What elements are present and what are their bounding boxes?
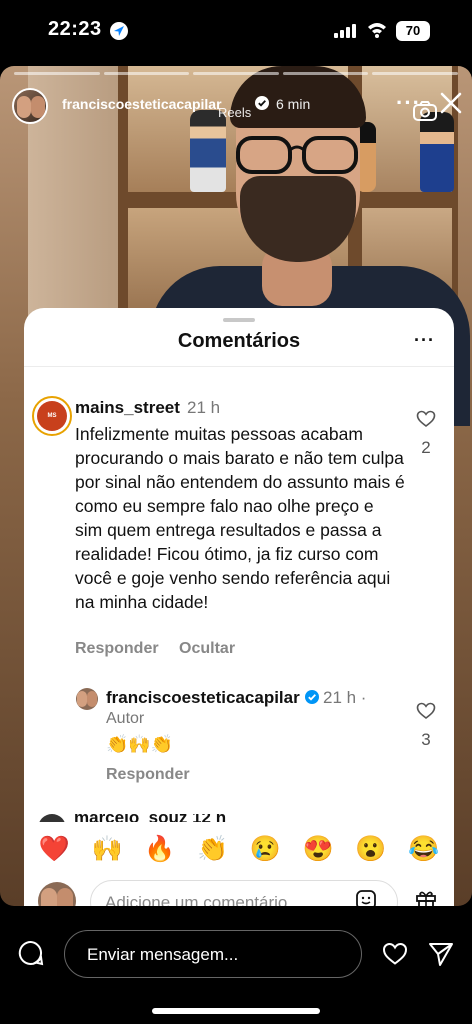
author-badge: Autor (106, 710, 145, 727)
comments-sheet: Comentários ··· MS mains_street 21 h Inf… (24, 308, 454, 906)
emoji-heart-eyes[interactable]: 😍 (298, 835, 338, 864)
emoji-reaction-bar: ❤️ 🙌 🔥 👏 😢 😍 😮 😂 (24, 822, 454, 876)
like-count: 3 (421, 730, 431, 749)
story-progress-bar (14, 72, 458, 75)
status-bar: 22:23 70 (0, 0, 472, 62)
hide-button[interactable]: Ocultar (179, 640, 235, 657)
avatar-logo: MS (37, 401, 67, 431)
story-time: 6 min (276, 96, 311, 112)
close-icon[interactable] (438, 90, 464, 116)
reply-time: 21 h · (323, 688, 367, 707)
comment-avatar[interactable]: MS (32, 396, 72, 436)
action-figure (420, 112, 454, 192)
reply-button[interactable]: Responder (75, 640, 159, 657)
reply-button[interactable]: Responder (106, 766, 190, 784)
emoji-fire[interactable]: 🔥 (140, 835, 180, 864)
sticker-icon[interactable] (354, 888, 378, 906)
like-count: 2 (421, 438, 431, 457)
emoji-heart[interactable]: ❤️ (34, 835, 74, 864)
story-username[interactable]: franciscoesteticacapilar (62, 96, 222, 112)
glasses (236, 136, 358, 174)
heart-icon[interactable] (416, 410, 436, 428)
divider (24, 366, 454, 367)
current-user-avatar (38, 882, 76, 906)
comment-text: Infelizmente muitas pessoas acabam procu… (75, 424, 405, 612)
reply-username[interactable]: franciscoesteticacapilar (106, 688, 300, 708)
battery-level: 70 (396, 21, 430, 41)
send-icon[interactable] (428, 941, 454, 967)
story-avatar[interactable] (12, 88, 48, 124)
chat-bubble-icon[interactable] (18, 940, 44, 966)
status-time: 22:23 (48, 18, 102, 40)
story-header: franciscoesteticacapilar 6 min Reels ··· (12, 88, 464, 124)
signal-icon (334, 24, 356, 38)
emoji-crying[interactable]: 😢 (245, 835, 285, 864)
gift-icon[interactable] (414, 888, 438, 906)
camera-icon[interactable] (412, 100, 438, 122)
reply-avatar[interactable] (76, 688, 98, 710)
emoji-laughing[interactable]: 😂 (404, 835, 444, 864)
bottom-message-bar: Enviar mensagem... (0, 906, 472, 1024)
emoji-raised-hands[interactable]: 🙌 (87, 835, 127, 864)
sheet-more-button[interactable]: ··· (414, 330, 435, 351)
location-arrow-icon (110, 22, 128, 40)
emoji-clap[interactable]: 👏 (193, 835, 233, 864)
home-indicator (152, 1008, 320, 1014)
wifi-icon (368, 23, 386, 38)
sheet-drag-handle[interactable] (223, 318, 255, 322)
comment-actions: Responder Ocultar (75, 640, 251, 658)
sheet-title: Comentários (177, 330, 301, 352)
reels-label: Reels (218, 105, 252, 120)
instagram-story-screen: 22:23 70 franciscoesteticacapilar 6 min … (0, 0, 472, 1024)
comment-input[interactable]: Adicione um comentário (90, 880, 398, 906)
comment-input-row: Adicione um comentário (24, 874, 454, 906)
emoji-surprised[interactable]: 😮 (351, 835, 391, 864)
reply-text: 👏🙌👏 (106, 734, 174, 754)
verified-icon (305, 690, 319, 704)
verified-icon (255, 96, 269, 110)
heart-icon[interactable] (416, 702, 436, 720)
heart-icon[interactable] (382, 942, 408, 966)
send-message-input[interactable]: Enviar mensagem... (64, 930, 362, 978)
comment-username[interactable]: mains_street (75, 398, 180, 418)
comment-time: 21 h (187, 398, 221, 417)
